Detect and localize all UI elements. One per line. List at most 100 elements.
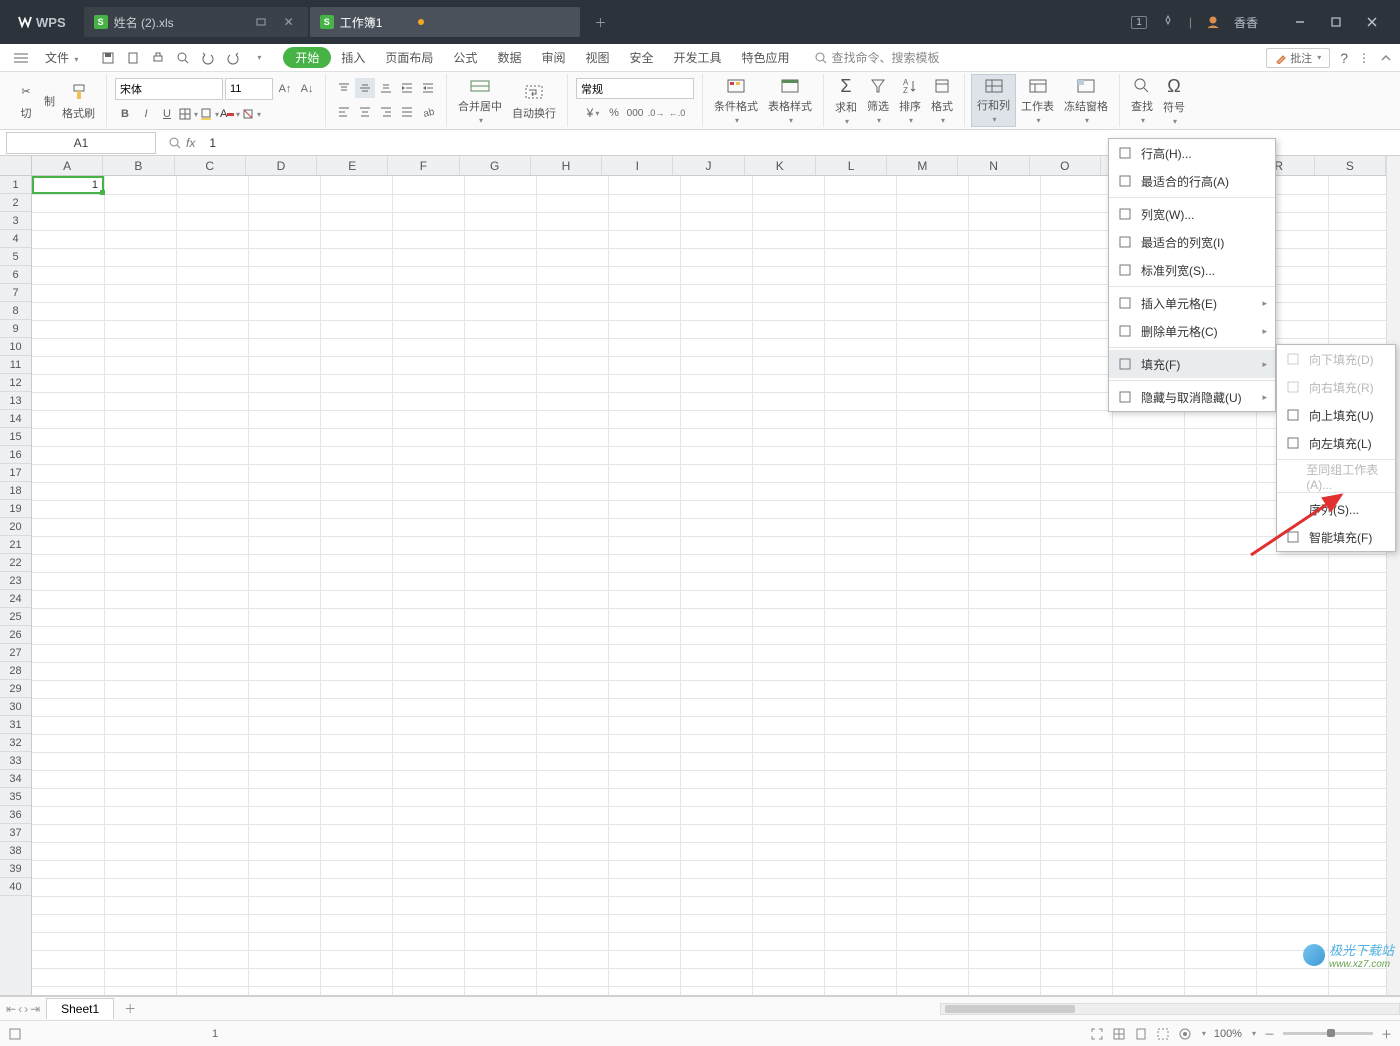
view-normal-icon[interactable] [1112,1027,1126,1041]
sort-button[interactable]: AZ排序▾ [894,74,926,127]
row-header-31[interactable]: 31 [0,716,31,734]
col-header-J[interactable]: J [673,156,744,175]
row-header-36[interactable]: 36 [0,806,31,824]
col-header-O[interactable]: O [1030,156,1101,175]
submenu-item-fill-left[interactable]: 向左填充(L) [1277,429,1395,457]
tab-special[interactable]: 特色应用 [732,45,800,70]
col-header-M[interactable]: M [887,156,958,175]
row-header-33[interactable]: 33 [0,752,31,770]
align-justify-icon[interactable] [397,102,417,122]
tab-display-icon[interactable] [256,17,266,27]
zoom-in-button[interactable]: ＋ [1381,1026,1392,1042]
zoom-out-button[interactable]: － [1264,1026,1275,1042]
row-header-13[interactable]: 13 [0,392,31,410]
tab-start[interactable]: 开始 [283,47,331,68]
row-header-16[interactable]: 16 [0,446,31,464]
increase-font-icon[interactable]: A↑ [275,79,295,99]
close-button[interactable] [1354,8,1390,36]
menu-item-col-width[interactable]: 列宽(W)... [1109,200,1275,228]
percent-icon[interactable]: % [604,103,624,123]
row-header-38[interactable]: 38 [0,842,31,860]
tab-review[interactable]: 审阅 [531,45,575,70]
filter-button[interactable]: 筛选▾ [862,74,894,127]
status-mode-icon[interactable] [8,1027,22,1041]
sheet-nav-prev-icon[interactable]: ‹ [18,1002,22,1016]
fill-handle[interactable] [100,190,105,195]
doc-tab-2[interactable]: S 工作簿1 [310,7,581,37]
print-icon[interactable] [147,47,169,69]
symbol-button[interactable]: Ω符号▾ [1158,74,1190,127]
row-header-28[interactable]: 28 [0,662,31,680]
decrease-decimal-icon[interactable]: ←.0 [667,103,687,123]
row-header-19[interactable]: 19 [0,500,31,518]
align-middle-icon[interactable] [355,78,375,98]
freeze-button[interactable]: 冻结窗格▾ [1059,74,1113,127]
horizontal-scrollbar[interactable] [940,1003,1400,1015]
worksheet-button[interactable]: 工作表▾ [1016,74,1059,127]
col-header-L[interactable]: L [816,156,887,175]
row-header-14[interactable]: 14 [0,410,31,428]
row-header-11[interactable]: 11 [0,356,31,374]
tab-close-icon[interactable]: ✕ [284,15,294,29]
row-header-20[interactable]: 20 [0,518,31,536]
row-header-30[interactable]: 30 [0,698,31,716]
align-center-icon[interactable] [355,102,375,122]
indent-decrease-icon[interactable] [418,78,438,98]
row-header-8[interactable]: 8 [0,302,31,320]
orientation-icon[interactable]: ab [418,102,438,122]
hamburger-icon[interactable] [8,48,34,68]
table-style-button[interactable]: 表格样式▾ [763,74,817,127]
search-placeholder[interactable]: 查找命令、搜索模板 [832,49,940,66]
row-header-25[interactable]: 25 [0,608,31,626]
row-header-27[interactable]: 27 [0,644,31,662]
row-header-6[interactable]: 6 [0,266,31,284]
row-header-37[interactable]: 37 [0,824,31,842]
find-button[interactable]: 查找▾ [1126,74,1158,127]
col-header-B[interactable]: B [103,156,174,175]
col-header-D[interactable]: D [246,156,317,175]
new-icon[interactable] [122,47,144,69]
menu-item-fit-col[interactable]: 最适合的列宽(I) [1109,228,1275,256]
row-header-3[interactable]: 3 [0,212,31,230]
menu-item-fill[interactable]: 填充(F)▸ [1109,350,1275,378]
col-header-G[interactable]: G [460,156,531,175]
align-bottom-icon[interactable] [376,78,396,98]
menu-item-insert-cell[interactable]: 插入单元格(E)▸ [1109,289,1275,317]
row-header-7[interactable]: 7 [0,284,31,302]
zoom-level[interactable]: 100% [1214,1028,1242,1040]
doc-tab-1[interactable]: S 姓名 (2).xls ✕ [84,7,308,37]
row-header-21[interactable]: 21 [0,536,31,554]
col-header-E[interactable]: E [317,156,388,175]
view-break-icon[interactable] [1156,1027,1170,1041]
read-mode-icon[interactable] [1178,1027,1192,1041]
maximize-button[interactable] [1318,8,1354,36]
row-header-23[interactable]: 23 [0,572,31,590]
selected-cell[interactable]: 1 [32,176,104,194]
zoom-slider[interactable] [1283,1032,1373,1035]
annotate-button[interactable]: 批注▾ [1266,48,1330,68]
cond-format-button[interactable]: 条件格式▾ [709,74,763,127]
name-box[interactable]: A1 [6,132,156,154]
tab-data[interactable]: 数据 [487,45,531,70]
sheet-nav-last-icon[interactable]: ⇥ [30,1002,40,1016]
menu-item-hide[interactable]: 隐藏与取消隐藏(U)▸ [1109,383,1275,411]
col-header-A[interactable]: A [32,156,103,175]
sheet-nav-first-icon[interactable]: ⇤ [6,1002,16,1016]
file-menu[interactable]: 文件 ▾ [34,46,89,69]
row-header-5[interactable]: 5 [0,248,31,266]
menu-item-fit-row[interactable]: 最适合的行高(A) [1109,167,1275,195]
increase-decimal-icon[interactable]: .0→ [646,103,666,123]
user-name[interactable]: 香香 [1234,14,1258,31]
row-header-29[interactable]: 29 [0,680,31,698]
vertical-scrollbar[interactable] [1386,156,1400,995]
submenu-item-smart-fill[interactable]: 智能填充(F) [1277,523,1395,551]
row-header-2[interactable]: 2 [0,194,31,212]
row-header-9[interactable]: 9 [0,320,31,338]
sheet-tab-1[interactable]: Sheet1 [46,998,114,1019]
row-headers[interactable]: 1234567891011121314151617181920212223242… [0,176,32,995]
notification-badge[interactable]: 1 [1131,16,1147,29]
tab-formula[interactable]: 公式 [443,45,487,70]
row-header-35[interactable]: 35 [0,788,31,806]
row-header-17[interactable]: 17 [0,464,31,482]
comma-icon[interactable]: 000 [625,103,645,123]
